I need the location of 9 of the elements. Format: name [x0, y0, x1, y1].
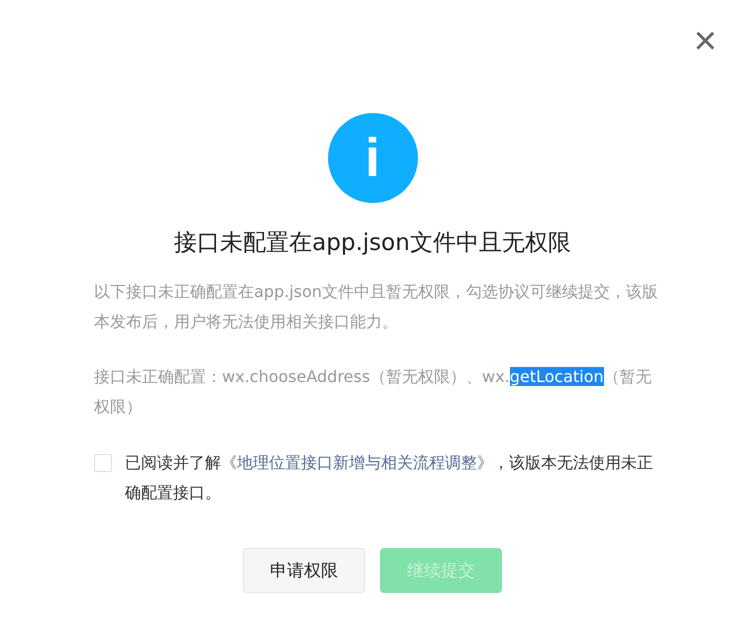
agreement-text: 已阅读并了解《地理位置接口新增与相关流程调整》，该版本无法使用未正确配置接口。	[125, 452, 654, 504]
close-button[interactable]: ×	[694, 26, 717, 56]
agreement-checkbox[interactable]	[94, 454, 112, 472]
dialog-title: 接口未配置在app.json文件中且无权限	[174, 229, 571, 258]
info-icon: i	[328, 113, 418, 203]
description-text: 以下接口未正确配置在app.json文件中且暂无权限，勾选协议可继续提交，该版本发布后，用户将无法使用相关接口能力。	[94, 281, 659, 333]
interface-list-text: 接口未正确配置：wx.chooseAddress（暂无权限）、wx.getLocation（暂无权限）	[94, 366, 653, 418]
request-button[interactable]: 申请权限	[243, 548, 365, 593]
agreement-link[interactable]: 《地理位置接口新增与相关流程调整》	[221, 453, 493, 472]
